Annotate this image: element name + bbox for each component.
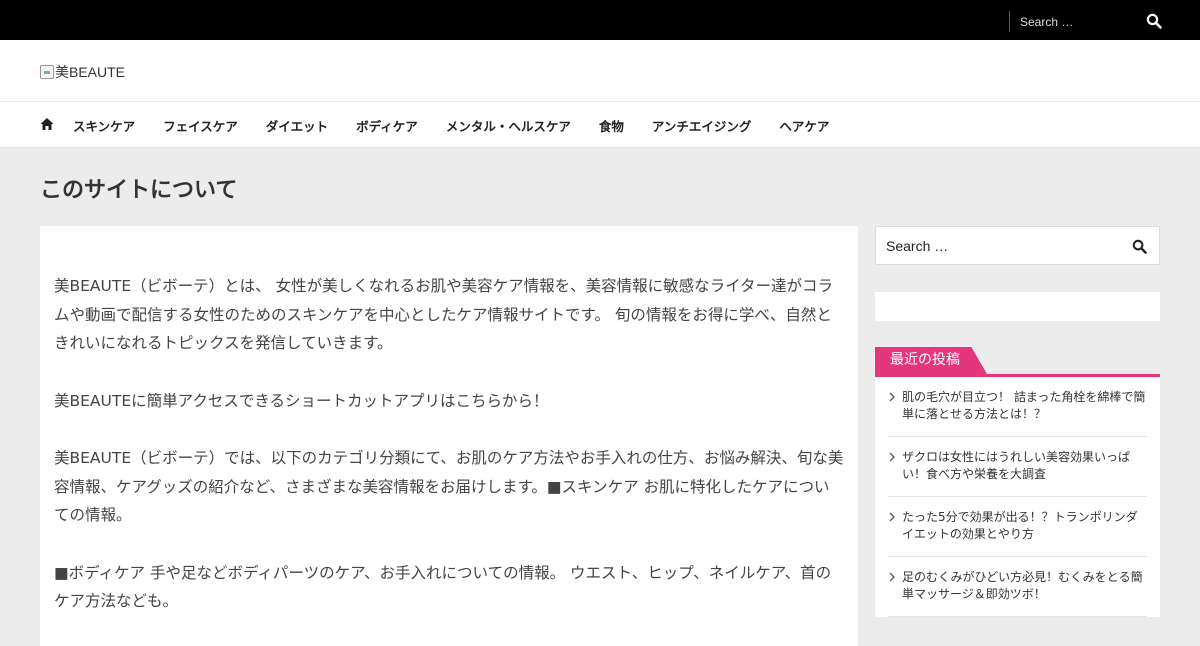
page-title: このサイトについて bbox=[40, 178, 238, 203]
post-link[interactable]: たった5分で効果が出る！？トランポリンダイエットの効果とやり方 bbox=[902, 510, 1138, 541]
sidebar: 最近の投稿 肌の毛穴が目立つ！ 詰まった角栓を綿棒で簡単に落とせる方法とは！？ … bbox=[875, 226, 1160, 617]
broken-image-icon bbox=[40, 65, 54, 79]
list-item[interactable]: 肌の毛穴が目立つ！ 詰まった角栓を綿棒で簡単に落とせる方法とは！？ bbox=[888, 377, 1147, 437]
sidebar-empty-widget bbox=[875, 292, 1160, 321]
post-link[interactable]: 肌の毛穴が目立つ！ 詰まった角栓を綿棒で簡単に落とせる方法とは！？ bbox=[902, 390, 1145, 421]
top-bar bbox=[0, 0, 1200, 40]
top-search-form bbox=[1009, 11, 1175, 32]
list-item[interactable]: たった5分で効果が出る！？トランポリンダイエットの効果とやり方 bbox=[888, 497, 1147, 557]
top-search-input[interactable] bbox=[1020, 11, 1140, 32]
home-icon[interactable] bbox=[40, 117, 54, 131]
nav-item-food[interactable]: 食物 bbox=[585, 116, 638, 135]
nav-item-facecare[interactable]: フェイスケア bbox=[149, 116, 252, 135]
chevron-right-icon bbox=[889, 392, 895, 402]
nav-item-anti-aging[interactable]: アンチエイジング bbox=[638, 116, 766, 135]
sidebar-search-input[interactable] bbox=[886, 227, 1116, 264]
widget-title: 最近の投稿 bbox=[875, 347, 987, 374]
nav-item-diet[interactable]: ダイエット bbox=[252, 116, 342, 135]
chevron-right-icon bbox=[889, 572, 895, 582]
recent-posts-widget: 最近の投稿 肌の毛穴が目立つ！ 詰まった角栓を綿棒で簡単に落とせる方法とは！？ … bbox=[875, 347, 1160, 617]
nav-item-mental-health[interactable]: メンタル・ヘルスケア bbox=[432, 116, 585, 135]
list-item[interactable]: 足のむくみがひどい方必見！むくみをとる簡単マッサージ＆即効ツボ！ bbox=[888, 557, 1147, 617]
list-item[interactable]: ザクロは女性にはうれしい美容効果いっぱい！食べ方や栄養を大調査 bbox=[888, 437, 1147, 497]
post-link[interactable]: 足のむくみがひどい方必見！むくみをとる簡単マッサージ＆即効ツボ！ bbox=[902, 570, 1143, 601]
article-paragraph-shortcut-link[interactable]: 美BEAUTEに簡単アクセスできるショートカットアプリはこちらから！ bbox=[54, 387, 844, 416]
search-icon[interactable] bbox=[1132, 239, 1147, 254]
site-logo[interactable]: 美BEAUTE bbox=[40, 62, 125, 82]
widget-header: 最近の投稿 bbox=[875, 347, 1160, 377]
nav-item-haircare[interactable]: ヘアケア bbox=[765, 116, 843, 135]
article-paragraph: 美BEAUTE（ビボーテ）とは、 女性が美しくなれるお肌や美容ケア情報を、美容情… bbox=[54, 277, 833, 352]
chevron-right-icon bbox=[889, 452, 895, 462]
site-header: 美BEAUTE bbox=[0, 40, 1200, 102]
nav-menu: スキンケア フェイスケア ダイエット ボディケア メンタル・ヘルスケア 食物 ア… bbox=[59, 102, 843, 148]
recent-posts-list: 肌の毛穴が目立つ！ 詰まった角栓を綿棒で簡単に落とせる方法とは！？ ザクロは女性… bbox=[875, 377, 1160, 617]
post-link[interactable]: ザクロは女性にはうれしい美容効果いっぱい！食べ方や栄養を大調査 bbox=[902, 450, 1130, 481]
chevron-right-icon bbox=[889, 512, 895, 522]
article-content: 美BEAUTE（ビボーテ）とは、 女性が美しくなれるお肌や美容ケア情報を、美容情… bbox=[40, 226, 858, 646]
nav-item-skincare[interactable]: スキンケア bbox=[59, 116, 149, 135]
main-navigation: スキンケア フェイスケア ダイエット ボディケア メンタル・ヘルスケア 食物 ア… bbox=[0, 102, 1200, 148]
sidebar-search-form bbox=[875, 226, 1160, 265]
nav-item-bodycare[interactable]: ボディケア bbox=[342, 116, 432, 135]
article-paragraph: ■ボディケア 手や足などボディパーツのケア、お手入れについての情報。 ウエスト、… bbox=[54, 563, 832, 611]
search-icon[interactable] bbox=[1146, 13, 1162, 29]
logo-alt-text: 美BEAUTE bbox=[55, 64, 126, 80]
article-paragraph: 美BEAUTE（ビボーテ）では、以下のカテゴリ分類にて、お肌のケア方法やお手入れ… bbox=[54, 449, 844, 524]
